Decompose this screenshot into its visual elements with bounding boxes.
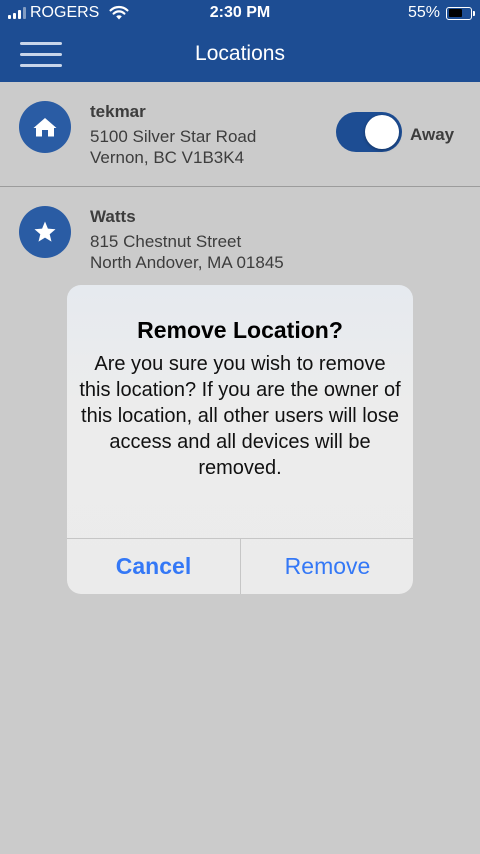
location-address-line2: Vernon, BC V1B3K4 bbox=[90, 148, 245, 167]
status-bar: ROGERS 2:30 PM 55% bbox=[0, 0, 480, 26]
location-name: Watts bbox=[90, 207, 136, 226]
location-address-line1: 5100 Silver Star Road bbox=[90, 127, 257, 146]
location-item-watts[interactable]: Watts 815 Chestnut Street North Andover,… bbox=[0, 188, 480, 288]
toggle-knob bbox=[365, 115, 399, 149]
away-toggle[interactable] bbox=[336, 112, 402, 152]
status-right: 55% bbox=[407, 4, 475, 22]
away-toggle-label: Away bbox=[410, 125, 455, 144]
location-name: tekmar bbox=[90, 102, 146, 121]
nav-bar: Locations bbox=[0, 26, 480, 82]
battery-percent: 55% bbox=[407, 4, 440, 21]
star-icon bbox=[19, 206, 71, 258]
location-address-line1: 815 Chestnut Street bbox=[90, 232, 242, 251]
remove-location-dialog: Remove Location? Are you sure you wish t… bbox=[67, 285, 413, 594]
page-title: Locations bbox=[195, 42, 285, 65]
location-address-line2: North Andover, MA 01845 bbox=[90, 253, 284, 272]
location-item-tekmar[interactable]: tekmar 5100 Silver Star Road Vernon, BC … bbox=[0, 82, 480, 187]
location-details: tekmar 5100 Silver Star Road Vernon, BC … bbox=[90, 102, 256, 168]
dialog-title: Remove Location? bbox=[137, 317, 343, 343]
battery-icon bbox=[446, 6, 475, 20]
battery-fill bbox=[448, 9, 462, 17]
location-details: Watts 815 Chestnut Street North Andover,… bbox=[90, 207, 284, 273]
remove-button[interactable]: Remove bbox=[241, 539, 413, 594]
dialog-message: Are you sure you wish to remove this loc… bbox=[79, 353, 401, 479]
home-icon bbox=[19, 101, 71, 153]
cancel-button[interactable]: Cancel bbox=[67, 539, 240, 594]
